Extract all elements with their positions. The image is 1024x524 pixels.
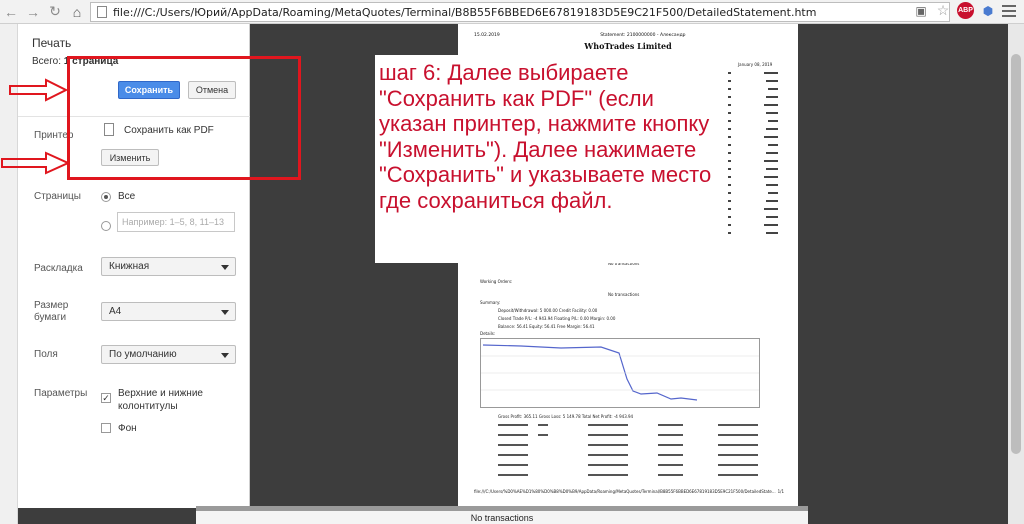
page-icon	[97, 6, 107, 18]
pages-all-radio[interactable]	[101, 192, 111, 202]
paper-label-line-2: бумаги	[34, 312, 67, 323]
paper-size-label: Размер бумаги	[34, 300, 68, 324]
background-label: Фон	[118, 423, 137, 434]
doc-date-right: January 08, 2019	[738, 62, 773, 67]
forward-icon[interactable]: →	[22, 1, 44, 23]
doc-balance-row: Balance: 56.41 Equity: 56.41 Free Margin…	[498, 324, 595, 329]
instruction-callout: шаг 6: Далее выбираете "Сохранить как PD…	[375, 55, 720, 263]
home-icon[interactable]: ⌂	[66, 1, 88, 23]
bottom-no-transactions: No transactions	[470, 513, 534, 523]
doc-footer-path: file:///C:/Users/%D0%AE%D1%80%D0%B8%D0%B…	[474, 489, 776, 494]
highlight-frame	[67, 56, 301, 180]
layout-label: Раскладка	[34, 263, 83, 274]
doc-gross-row: Gross Profit: 365.11 Gross Loss: 5 149.7…	[498, 414, 634, 419]
table-header-strip	[196, 506, 808, 511]
doc-statement: Statement: 2100000000 - Александр	[600, 33, 686, 38]
instruction-text: шаг 6: Далее выбираете "Сохранить как PD…	[379, 60, 712, 213]
headers-label-line-1: Верхние и нижние	[118, 388, 203, 399]
pages-all-label: Все	[118, 191, 136, 202]
chevron-down-icon	[221, 265, 229, 270]
doc-deposit-row: Deposit/Withdrawal: 5 000.00 Credit Faci…	[498, 308, 598, 313]
balance-line	[481, 344, 759, 401]
margins-value: По умолчанию	[109, 349, 177, 360]
address-bar[interactable]: file:///C:/Users/Юрий/AppData/Roaming/Me…	[90, 2, 950, 22]
doc-summary: Summary:	[480, 300, 501, 305]
doc-details: Details:	[480, 331, 496, 336]
browser-toolbar: ← → ↻ ⌂ file:///C:/Users/Юрий/AppData/Ro…	[0, 0, 1024, 24]
scrollbar-thumb[interactable]	[1011, 54, 1021, 454]
layout-value: Книжная	[109, 261, 150, 272]
doc-stats-block	[498, 424, 758, 476]
layout-select[interactable]: Книжная	[101, 257, 236, 276]
background-checkbox[interactable]	[101, 423, 111, 433]
underlying-page-strip: No transactions	[196, 506, 808, 524]
print-title: Печать	[32, 36, 72, 50]
headers-label-line-2: колонтитулы	[118, 401, 178, 412]
bookmark-star-icon[interactable]: ☆	[935, 2, 951, 19]
pages-range-input[interactable]: Например: 1–5, 8, 11–13	[117, 212, 235, 232]
arrow-right-icon	[1, 151, 70, 175]
paper-label-line-1: Размер	[34, 300, 69, 311]
adblock-icon[interactable]: ABP	[957, 2, 974, 19]
pages-range-radio[interactable]	[101, 221, 111, 231]
menu-icon[interactable]	[1002, 4, 1016, 17]
balance-chart	[480, 338, 760, 408]
doc-date: 15.02.2019	[474, 33, 500, 38]
doc-no-transactions-2: No transactions	[608, 292, 640, 297]
url-text: file:///C:/Users/Юрий/AppData/Roaming/Me…	[113, 5, 817, 19]
translate-icon[interactable]: ▣	[913, 3, 929, 19]
headers-footers-label: Верхние и нижние колонтитулы	[118, 387, 203, 413]
chevron-down-icon	[221, 310, 229, 315]
extension-icon[interactable]: ⬢	[980, 3, 996, 19]
doc-values-column	[728, 72, 778, 234]
doc-closed-row: Closed Trade P/L: -4 943.94 Floating P/L…	[498, 316, 616, 321]
doc-footer-page: 1/1	[777, 489, 784, 494]
paper-size-value: A4	[109, 306, 122, 317]
paper-size-select[interactable]: A4	[101, 302, 236, 321]
back-icon[interactable]: ←	[0, 1, 22, 23]
doc-footer: file:///C:/Users/%D0%AE%D1%80%D0%B8%D0%B…	[474, 489, 784, 494]
doc-working-orders: Working Orders:	[480, 279, 513, 284]
chevron-down-icon	[221, 353, 229, 358]
headers-footers-checkbox[interactable]: ✓	[101, 393, 111, 403]
reload-icon[interactable]: ↻	[44, 1, 66, 23]
doc-header: 15.02.2019 Statement: 2100000000 - Алекс…	[474, 33, 786, 38]
options-label: Параметры	[34, 388, 88, 399]
margins-label: Поля	[34, 349, 58, 360]
scrollbar[interactable]	[1008, 24, 1024, 524]
margins-select[interactable]: По умолчанию	[101, 345, 236, 364]
pages-label: Страницы	[34, 191, 81, 202]
doc-title: WhoTrades Limited	[584, 41, 672, 51]
arrow-right-icon	[9, 78, 68, 102]
total-label: Всего:	[32, 56, 61, 67]
